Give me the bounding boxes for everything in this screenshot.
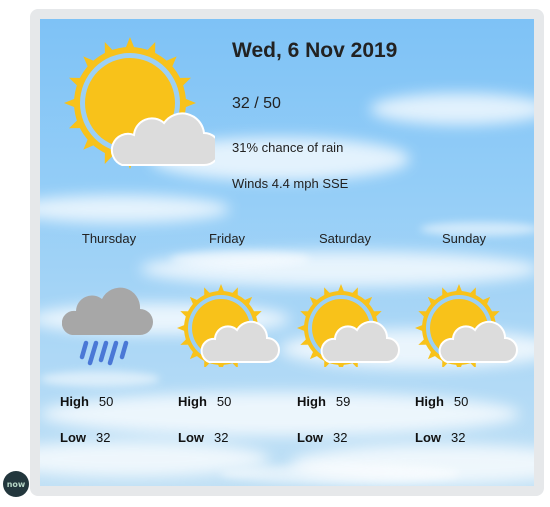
wind-info: Winds 4.4 mph SSE: [232, 176, 349, 191]
rain-icon: [62, 287, 153, 366]
day-name-friday: Friday: [208, 231, 246, 246]
low-temp-friday: Low 32: [178, 430, 229, 445]
servicenow-logo-icon[interactable]: now: [3, 471, 29, 497]
partly-cloudy-icon: [64, 37, 215, 169]
partly-cloudy-icon: [177, 284, 280, 367]
high-temp-sunday: High 50: [415, 394, 469, 409]
low-temp-saturday: Low 32: [297, 430, 348, 445]
high-temp-saturday: High 59: [297, 394, 351, 409]
weather-card: Wed, 6 Nov 2019 32 / 50 31% chance of ra…: [40, 19, 534, 486]
low-temp-sunday: Low 32: [415, 430, 466, 445]
partly-cloudy-icon: [415, 284, 518, 367]
day-name-saturday: Saturday: [318, 231, 372, 246]
low-temp-thursday: Low 32: [60, 430, 111, 445]
current-date: Wed, 6 Nov 2019: [232, 39, 398, 62]
high-temp-thursday: High 50: [60, 394, 114, 409]
day-name-thursday: Thursday: [81, 231, 137, 246]
day-name-sunday: Sunday: [441, 231, 487, 246]
current-temps: 32 / 50: [232, 95, 281, 112]
partly-cloudy-icon: [297, 284, 400, 367]
high-temp-friday: High 50: [178, 394, 232, 409]
rain-chance: 31% chance of rain: [232, 140, 344, 155]
